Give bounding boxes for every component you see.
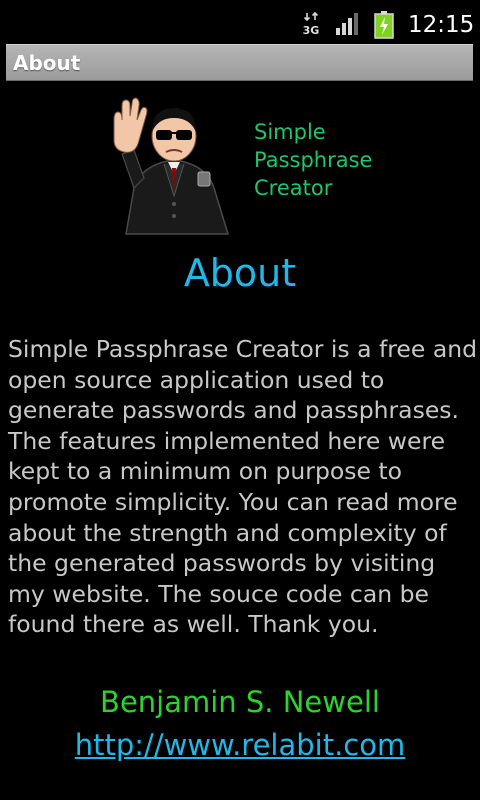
about-description: Simple Passphrase Creator is a free and … [8,335,478,639]
logo-line-1: Simple [254,120,326,144]
status-bar: 3G 12:15 [0,0,480,50]
website-link[interactable]: http://www.relabit.com [0,725,480,765]
secret-agent-icon [113,97,230,235]
title-bar: About [6,44,473,81]
author-name: Benjamin S. Newell [100,685,380,719]
3g-data-icon: 3G [303,12,319,36]
app-logo-text: Simple Passphrase Creator [254,118,372,202]
clock-time: 12:15 [408,12,475,38]
about-heading: About [183,251,297,295]
battery-charging-icon [374,11,394,39]
window-title: About [13,51,81,75]
signal-strength-icon [336,13,358,35]
logo-line-3: Creator [254,176,333,200]
app-logo: Simple Passphrase Creator [104,96,376,236]
network-type-label: 3G [303,24,319,36]
logo-line-2: Passphrase [254,148,373,172]
